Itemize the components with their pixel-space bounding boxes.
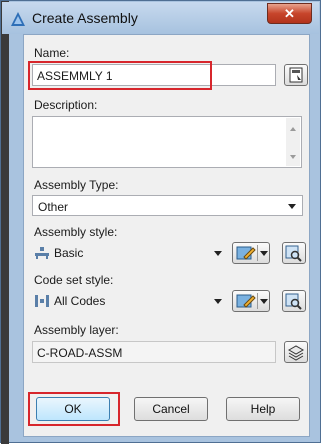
assembly-layer-label: Assembly layer: <box>34 323 119 337</box>
help-button[interactable]: Help <box>226 397 300 421</box>
browse-icon <box>285 293 302 310</box>
assembly-style-select[interactable]: Basic <box>32 242 224 264</box>
chevron-down-icon <box>214 299 222 304</box>
dialog-body: Name: ASSEMMLY 1 Description: Assembly T… <box>23 34 310 437</box>
close-button[interactable]: ✕ <box>267 3 312 24</box>
assembly-type-select[interactable]: Other <box>32 195 303 216</box>
window-title: Create Assembly <box>32 10 138 26</box>
code-set-style-label: Code set style: <box>34 273 114 287</box>
split-separator <box>257 245 258 261</box>
assembly-layer-field: C-ROAD-ASSM <box>32 341 276 363</box>
name-format-button[interactable] <box>284 64 308 86</box>
assembly-layer-value: C-ROAD-ASSM <box>37 346 123 360</box>
ok-highlight-box <box>28 392 120 426</box>
code-set-style-select[interactable]: All Codes <box>32 290 224 312</box>
code-set-style-value: All Codes <box>54 294 106 308</box>
edit-style-icon <box>236 294 256 308</box>
chevron-down-icon[interactable] <box>260 251 268 256</box>
chevron-down-icon <box>288 204 296 209</box>
name-template-icon <box>289 67 303 83</box>
split-separator <box>257 293 258 309</box>
name-label: Name: <box>34 46 70 60</box>
background-window-edge <box>1 1 9 444</box>
cancel-button[interactable]: Cancel <box>134 397 208 421</box>
browse-icon <box>285 245 302 262</box>
layer-button[interactable] <box>284 341 308 363</box>
assembly-type-label: Assembly Type: <box>34 178 119 192</box>
title-bar[interactable]: Create Assembly ✕ <box>2 2 319 34</box>
name-highlight-box <box>28 61 212 90</box>
assembly-style-browse-button[interactable] <box>282 242 306 264</box>
description-label: Description: <box>34 98 98 112</box>
assembly-style-icon <box>35 247 49 259</box>
code-set-style-edit-button[interactable] <box>232 290 270 312</box>
layers-icon <box>287 345 305 361</box>
assembly-style-value: Basic <box>54 246 84 260</box>
close-icon: ✕ <box>284 5 295 21</box>
civil3d-app-icon <box>11 12 25 26</box>
create-assembly-dialog: Create Assembly ✕ Name: ASSEMMLY 1 Descr… <box>0 0 321 444</box>
assembly-style-label: Assembly style: <box>34 225 118 239</box>
assembly-style-edit-button[interactable] <box>232 242 270 264</box>
scroll-down-arrow-icon[interactable] <box>286 150 300 164</box>
code-set-style-browse-button[interactable] <box>282 290 306 312</box>
description-scrollbar[interactable] <box>286 118 300 166</box>
chevron-down-icon <box>214 251 222 256</box>
code-set-style-icon <box>35 295 49 307</box>
description-input[interactable] <box>32 116 302 168</box>
assembly-type-value: Other <box>38 200 69 214</box>
edit-style-icon <box>236 246 256 260</box>
scroll-up-arrow-icon[interactable] <box>286 122 300 136</box>
chevron-down-icon[interactable] <box>260 299 268 304</box>
